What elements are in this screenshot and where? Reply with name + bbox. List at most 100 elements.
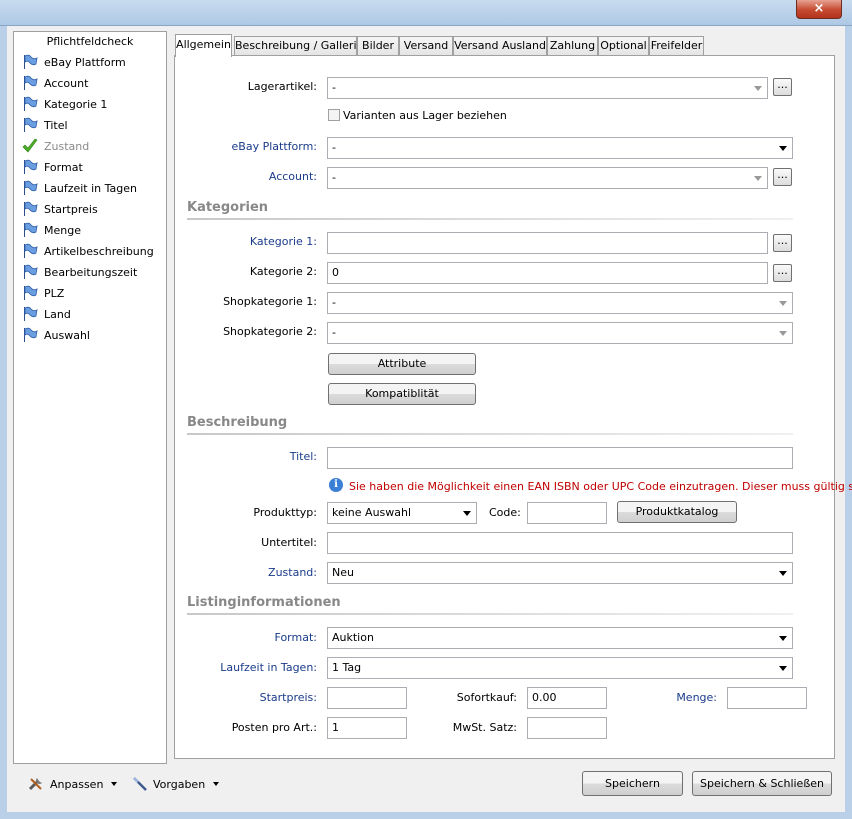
sidebar-item-label: PLZ xyxy=(44,286,65,300)
sidebar-item-menge[interactable]: Menge xyxy=(22,221,81,239)
account-dropdown[interactable]: - xyxy=(327,167,768,189)
zustand-dropdown[interactable]: Neu xyxy=(327,562,793,584)
flag-icon xyxy=(22,180,38,196)
account-browse-button[interactable]: ... xyxy=(773,168,792,186)
kategorie1-browse-button[interactable]: ... xyxy=(773,234,792,252)
flag-icon xyxy=(22,201,38,217)
sidebar-item-label: Laufzeit in Tagen xyxy=(44,181,138,195)
section-beschreibung: Beschreibung xyxy=(187,415,288,430)
startpreis-input[interactable] xyxy=(327,687,407,709)
sidebar-item-artikelbeschreibung[interactable]: Artikelbeschreibung xyxy=(22,242,154,260)
flag-icon xyxy=(22,117,38,133)
untertitel-input[interactable] xyxy=(327,532,793,554)
tab-versand-ausland[interactable]: Versand Ausland xyxy=(453,36,547,56)
chevron-down-icon xyxy=(779,571,787,576)
chevron-down-icon xyxy=(779,146,787,151)
untertitel-label: Untertitel: xyxy=(261,536,317,549)
shopkategorie1-dropdown[interactable]: - xyxy=(327,292,793,314)
section-divider xyxy=(187,218,793,220)
chevron-down-icon xyxy=(463,511,471,516)
kategorie1-input[interactable] xyxy=(327,232,768,254)
flag-icon xyxy=(22,285,38,301)
sidebar-item-ebay-plattform[interactable]: eBay Plattform xyxy=(22,53,126,71)
dropdown-arrow-icon xyxy=(213,782,220,786)
mwst-label: MwSt. Satz: xyxy=(452,721,517,734)
startpreis-label: Startpreis: xyxy=(259,691,317,704)
sidebar-item-label: Account xyxy=(44,76,89,90)
account-value: - xyxy=(332,171,336,184)
produkttyp-value: keine Auswahl xyxy=(332,506,412,519)
produkttyp-dropdown[interactable]: keine Auswahl xyxy=(327,502,477,524)
tab-allgemein[interactable]: Allgemein xyxy=(175,34,232,57)
shopkategorie1-label: Shopkategorie 1: xyxy=(223,295,317,308)
sidebar-item-titel[interactable]: Titel xyxy=(22,116,68,134)
kategorie2-browse-button[interactable]: ... xyxy=(773,264,792,282)
chevron-down-icon xyxy=(754,86,762,91)
sidebar-item-startpreis[interactable]: Startpreis xyxy=(22,200,98,218)
sidebar-item-label: Auswahl xyxy=(44,328,90,342)
ean-info-text: Sie haben die Möglichkeit einen EAN ISBN… xyxy=(349,480,852,493)
title-bar[interactable] xyxy=(0,0,852,26)
sidebar-item-land[interactable]: Land xyxy=(22,305,71,323)
speichern-schliessen-button[interactable]: Speichern & Schließen xyxy=(692,771,832,796)
kategorie2-label: Kategorie 2: xyxy=(249,265,317,278)
mwst-input[interactable] xyxy=(527,717,607,739)
zustand-label: Zustand: xyxy=(268,566,317,579)
shopkategorie2-value: - xyxy=(332,326,336,339)
tab-panel-allgemein xyxy=(174,55,835,759)
produktkatalog-button[interactable]: Produktkatalog xyxy=(617,501,737,523)
kategorie1-label: Kategorie 1: xyxy=(249,235,317,248)
tab-beschreibung-gallerie[interactable]: Beschreibung / Gallerie xyxy=(234,36,363,56)
flag-icon xyxy=(22,243,38,259)
shopkategorie2-label: Shopkategorie 2: xyxy=(223,325,317,338)
sofortkauf-input[interactable]: 0.00 xyxy=(527,687,607,709)
tab-freifelder[interactable]: Freifelder xyxy=(649,36,704,56)
plattform-value: - xyxy=(332,141,336,154)
attribute-button[interactable]: Attribute xyxy=(328,353,476,375)
tools-icon xyxy=(28,778,42,791)
varianten-checkbox[interactable] xyxy=(328,109,340,121)
sidebar-item-bearbeitungszeit[interactable]: Bearbeitungszeit xyxy=(22,263,137,281)
kategorie2-input[interactable]: 0 xyxy=(327,262,768,284)
kompatibilitaet-button[interactable]: Kompatiblität xyxy=(328,383,476,405)
sidebar-item-account[interactable]: Account xyxy=(22,74,88,92)
tab-versand[interactable]: Versand xyxy=(399,36,453,56)
close-button[interactable]: × xyxy=(796,0,842,19)
tab-bilder[interactable]: Bilder xyxy=(357,36,399,56)
lagerartikel-browse-button[interactable]: ... xyxy=(773,78,792,96)
chevron-down-icon xyxy=(779,636,787,641)
sidebar-item-label: Kategorie 1 xyxy=(44,97,108,111)
sidebar-item-format[interactable]: Format xyxy=(22,158,83,176)
lagerartikel-label: Lagerartikel: xyxy=(247,80,317,93)
sidebar-title: Pflichtfeldcheck xyxy=(46,35,134,48)
checkmark-icon xyxy=(22,138,38,154)
anpassen-menu-button[interactable]: Anpassen xyxy=(28,775,118,793)
vorgaben-menu-button[interactable]: Vorgaben xyxy=(132,775,220,793)
shopkategorie2-dropdown[interactable]: - xyxy=(327,322,793,344)
flag-icon xyxy=(22,327,38,343)
format-dropdown[interactable]: Auktion xyxy=(327,627,793,649)
posten-input[interactable]: 1 xyxy=(327,717,407,739)
tab-zahlung[interactable]: Zahlung xyxy=(547,36,598,56)
sidebar-item-zustand[interactable]: Zustand xyxy=(22,137,89,155)
sidebar-item-label: Format xyxy=(44,160,83,174)
format-value: Auktion xyxy=(332,631,374,644)
sidebar-item-kategorie-1[interactable]: Kategorie 1 xyxy=(22,95,107,113)
menge-input[interactable] xyxy=(727,687,807,709)
lagerartikel-dropdown[interactable]: - xyxy=(327,77,768,99)
sidebar-item-auswahl[interactable]: Auswahl xyxy=(22,326,90,344)
laufzeit-dropdown[interactable]: 1 Tag xyxy=(327,657,793,679)
lagerartikel-value: - xyxy=(332,81,336,94)
code-label: Code: xyxy=(489,506,521,519)
sidebar-item-plz[interactable]: PLZ xyxy=(22,284,64,302)
titel-input[interactable] xyxy=(327,447,793,469)
sidebar-item-laufzeit-in-tagen[interactable]: Laufzeit in Tagen xyxy=(22,179,137,197)
speichern-button[interactable]: Speichern xyxy=(582,771,683,796)
section-divider xyxy=(187,613,793,615)
titel-label: Titel: xyxy=(289,450,317,463)
tab-optional[interactable]: Optional xyxy=(598,36,649,56)
code-input[interactable] xyxy=(527,502,607,524)
plattform-dropdown[interactable]: - xyxy=(327,137,793,159)
sidebar-item-label: Titel xyxy=(44,118,68,132)
zustand-value: Neu xyxy=(332,566,354,579)
